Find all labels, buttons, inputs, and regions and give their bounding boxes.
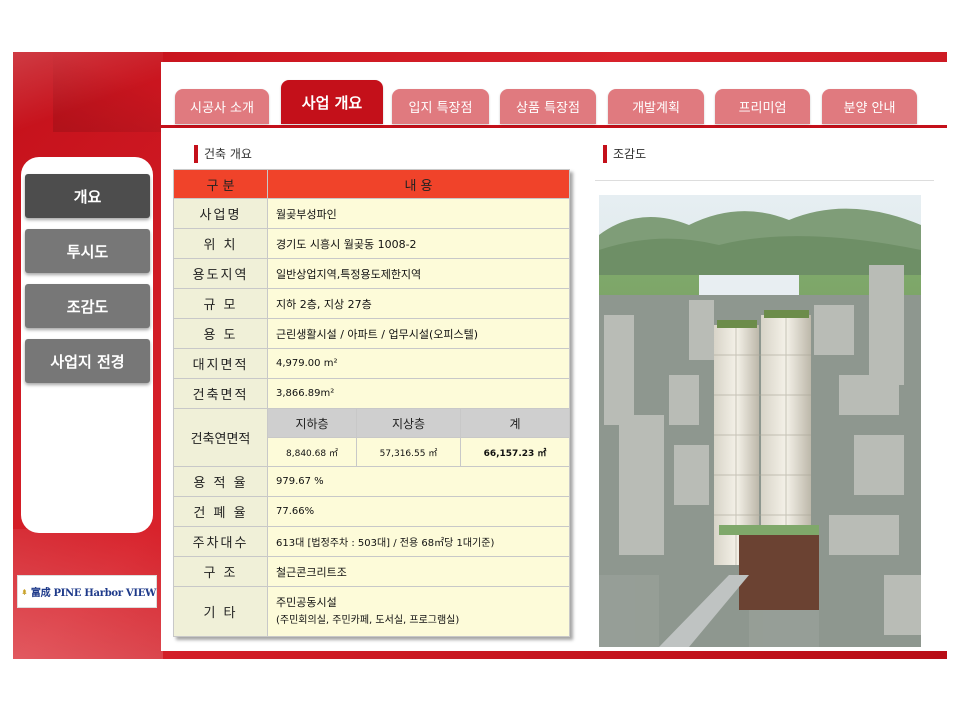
- header-category: 구 분: [173, 169, 268, 199]
- gfa-col-header: 지하층: [267, 408, 357, 438]
- tab-premium[interactable]: 프리미엄: [715, 89, 810, 124]
- table-row: 주차대수 613대 [법정주차 : 503대] / 전용 68㎡당 1대기준): [173, 526, 570, 557]
- row-value-line: (주민회의실, 주민카페, 도서실, 프로그램실): [276, 614, 460, 626]
- table-row: 용도지역 일반상업지역,특정용도제한지역: [173, 258, 570, 289]
- table-row: 사업명 월곶부성파인: [173, 198, 570, 229]
- row-label: 위 치: [173, 228, 268, 259]
- frame-facet: [53, 52, 163, 132]
- aerial-section-title: 조감도: [603, 145, 646, 163]
- row-label: 용도지역: [173, 258, 268, 289]
- row-label: 건축면적: [173, 378, 268, 409]
- tab-location-features[interactable]: 입지 특장점: [392, 89, 489, 124]
- table-row: 대지면적 4,979.00 m²: [173, 348, 570, 379]
- tab-builder-intro[interactable]: 시공사 소개: [175, 89, 269, 124]
- tab-bar: 시공사 소개 사업 개요 입지 특장점 상품 특장점 개발계획 프리미엄 분양 …: [161, 62, 947, 128]
- row-value: 철근콘크리트조: [267, 556, 570, 587]
- gfa-value: 57,316.55 ㎡: [356, 437, 461, 467]
- table-header-row: 구 분 내 용: [173, 169, 570, 199]
- row-value: 3,866.89m²: [267, 378, 570, 409]
- aerial-view-image: [599, 195, 921, 647]
- gfa-col-header: 지상층: [356, 408, 461, 438]
- row-value: 근린생활시설 / 아파트 / 업무시설(오피스텔): [267, 318, 570, 349]
- table-row: 건 폐 율 77.66%: [173, 496, 570, 527]
- gfa-value: 66,157.23 ㎡: [460, 437, 570, 467]
- row-label: 건축연면적: [173, 408, 268, 467]
- header-content: 내 용: [267, 169, 570, 199]
- row-label: 기 타: [173, 586, 268, 637]
- table-row: 구 조 철근콘크리트조: [173, 556, 570, 587]
- row-label: 건 폐 율: [173, 496, 268, 527]
- table-row: 규 모 지하 2층, 지상 27층: [173, 288, 570, 319]
- logo-text: 富成 PINE Harbor VIEW: [30, 588, 156, 599]
- row-label: 용 도: [173, 318, 268, 349]
- table-row: 건축연면적 지하층 지상층 계: [173, 408, 570, 467]
- tab-project-overview[interactable]: 사업 개요: [281, 80, 383, 124]
- row-label: 규 모: [173, 288, 268, 319]
- gfa-col-header: 계: [460, 408, 570, 438]
- row-value: 월곶부성파인: [267, 198, 570, 229]
- side-menu: 개요 투시도 조감도 사업지 전경: [21, 157, 153, 533]
- row-value: 77.66%: [267, 496, 570, 527]
- sidebar-item-perspective[interactable]: 투시도: [25, 229, 150, 273]
- sidebar-item-overview[interactable]: 개요: [25, 174, 150, 218]
- table-row: 용 도 근린생활시설 / 아파트 / 업무시설(오피스텔): [173, 318, 570, 349]
- table-row: 기 타 주민공동시설 (주민회의실, 주민카페, 도서실, 프로그램실): [173, 586, 570, 637]
- pine-logo-icon: [22, 588, 27, 595]
- row-value: 979.67 %: [267, 466, 570, 497]
- brand-logo: 富成 PINE Harbor VIEW: [17, 575, 157, 608]
- row-value: 4,979.00 m²: [267, 348, 570, 379]
- table-row: 건축면적 3,866.89m²: [173, 378, 570, 409]
- divider: [595, 180, 934, 181]
- building-overview-table: 구 분 내 용 사업명 월곶부성파인 위 치 경기도 시흥시 월곶동 1008-…: [173, 169, 570, 637]
- row-label: 용 적 율: [173, 466, 268, 497]
- row-value: 경기도 시흥시 월곶동 1008-2: [267, 228, 570, 259]
- tab-development-plan[interactable]: 개발계획: [608, 89, 704, 124]
- gfa-value: 8,840.68 ㎡: [267, 437, 357, 467]
- sidebar-item-site-view[interactable]: 사업지 전경: [25, 339, 150, 383]
- page-frame: 시공사 소개 사업 개요 입지 특장점 상품 특장점 개발계획 프리미엄 분양 …: [13, 52, 947, 659]
- row-value-line: 주민공동시설: [276, 595, 337, 609]
- row-label: 사업명: [173, 198, 268, 229]
- tab-product-features[interactable]: 상품 특장점: [500, 89, 596, 124]
- sidebar-item-birdseye[interactable]: 조감도: [25, 284, 150, 328]
- row-value: 지하 2층, 지상 27층: [267, 288, 570, 319]
- table-row: 위 치 경기도 시흥시 월곶동 1008-2: [173, 228, 570, 259]
- row-label: 구 조: [173, 556, 268, 587]
- tab-sales-guide[interactable]: 분양 안내: [822, 89, 917, 124]
- row-value: 주민공동시설 (주민회의실, 주민카페, 도서실, 프로그램실): [267, 586, 570, 637]
- row-value: 613대 [법정주차 : 503대] / 전용 68㎡당 1대기준): [267, 526, 570, 557]
- row-label: 주차대수: [173, 526, 268, 557]
- row-label: 대지면적: [173, 348, 268, 379]
- overview-section-title: 건축 개요: [194, 145, 252, 163]
- row-value: 일반상업지역,특정용도제한지역: [267, 258, 570, 289]
- table-row: 용 적 율 979.67 %: [173, 466, 570, 497]
